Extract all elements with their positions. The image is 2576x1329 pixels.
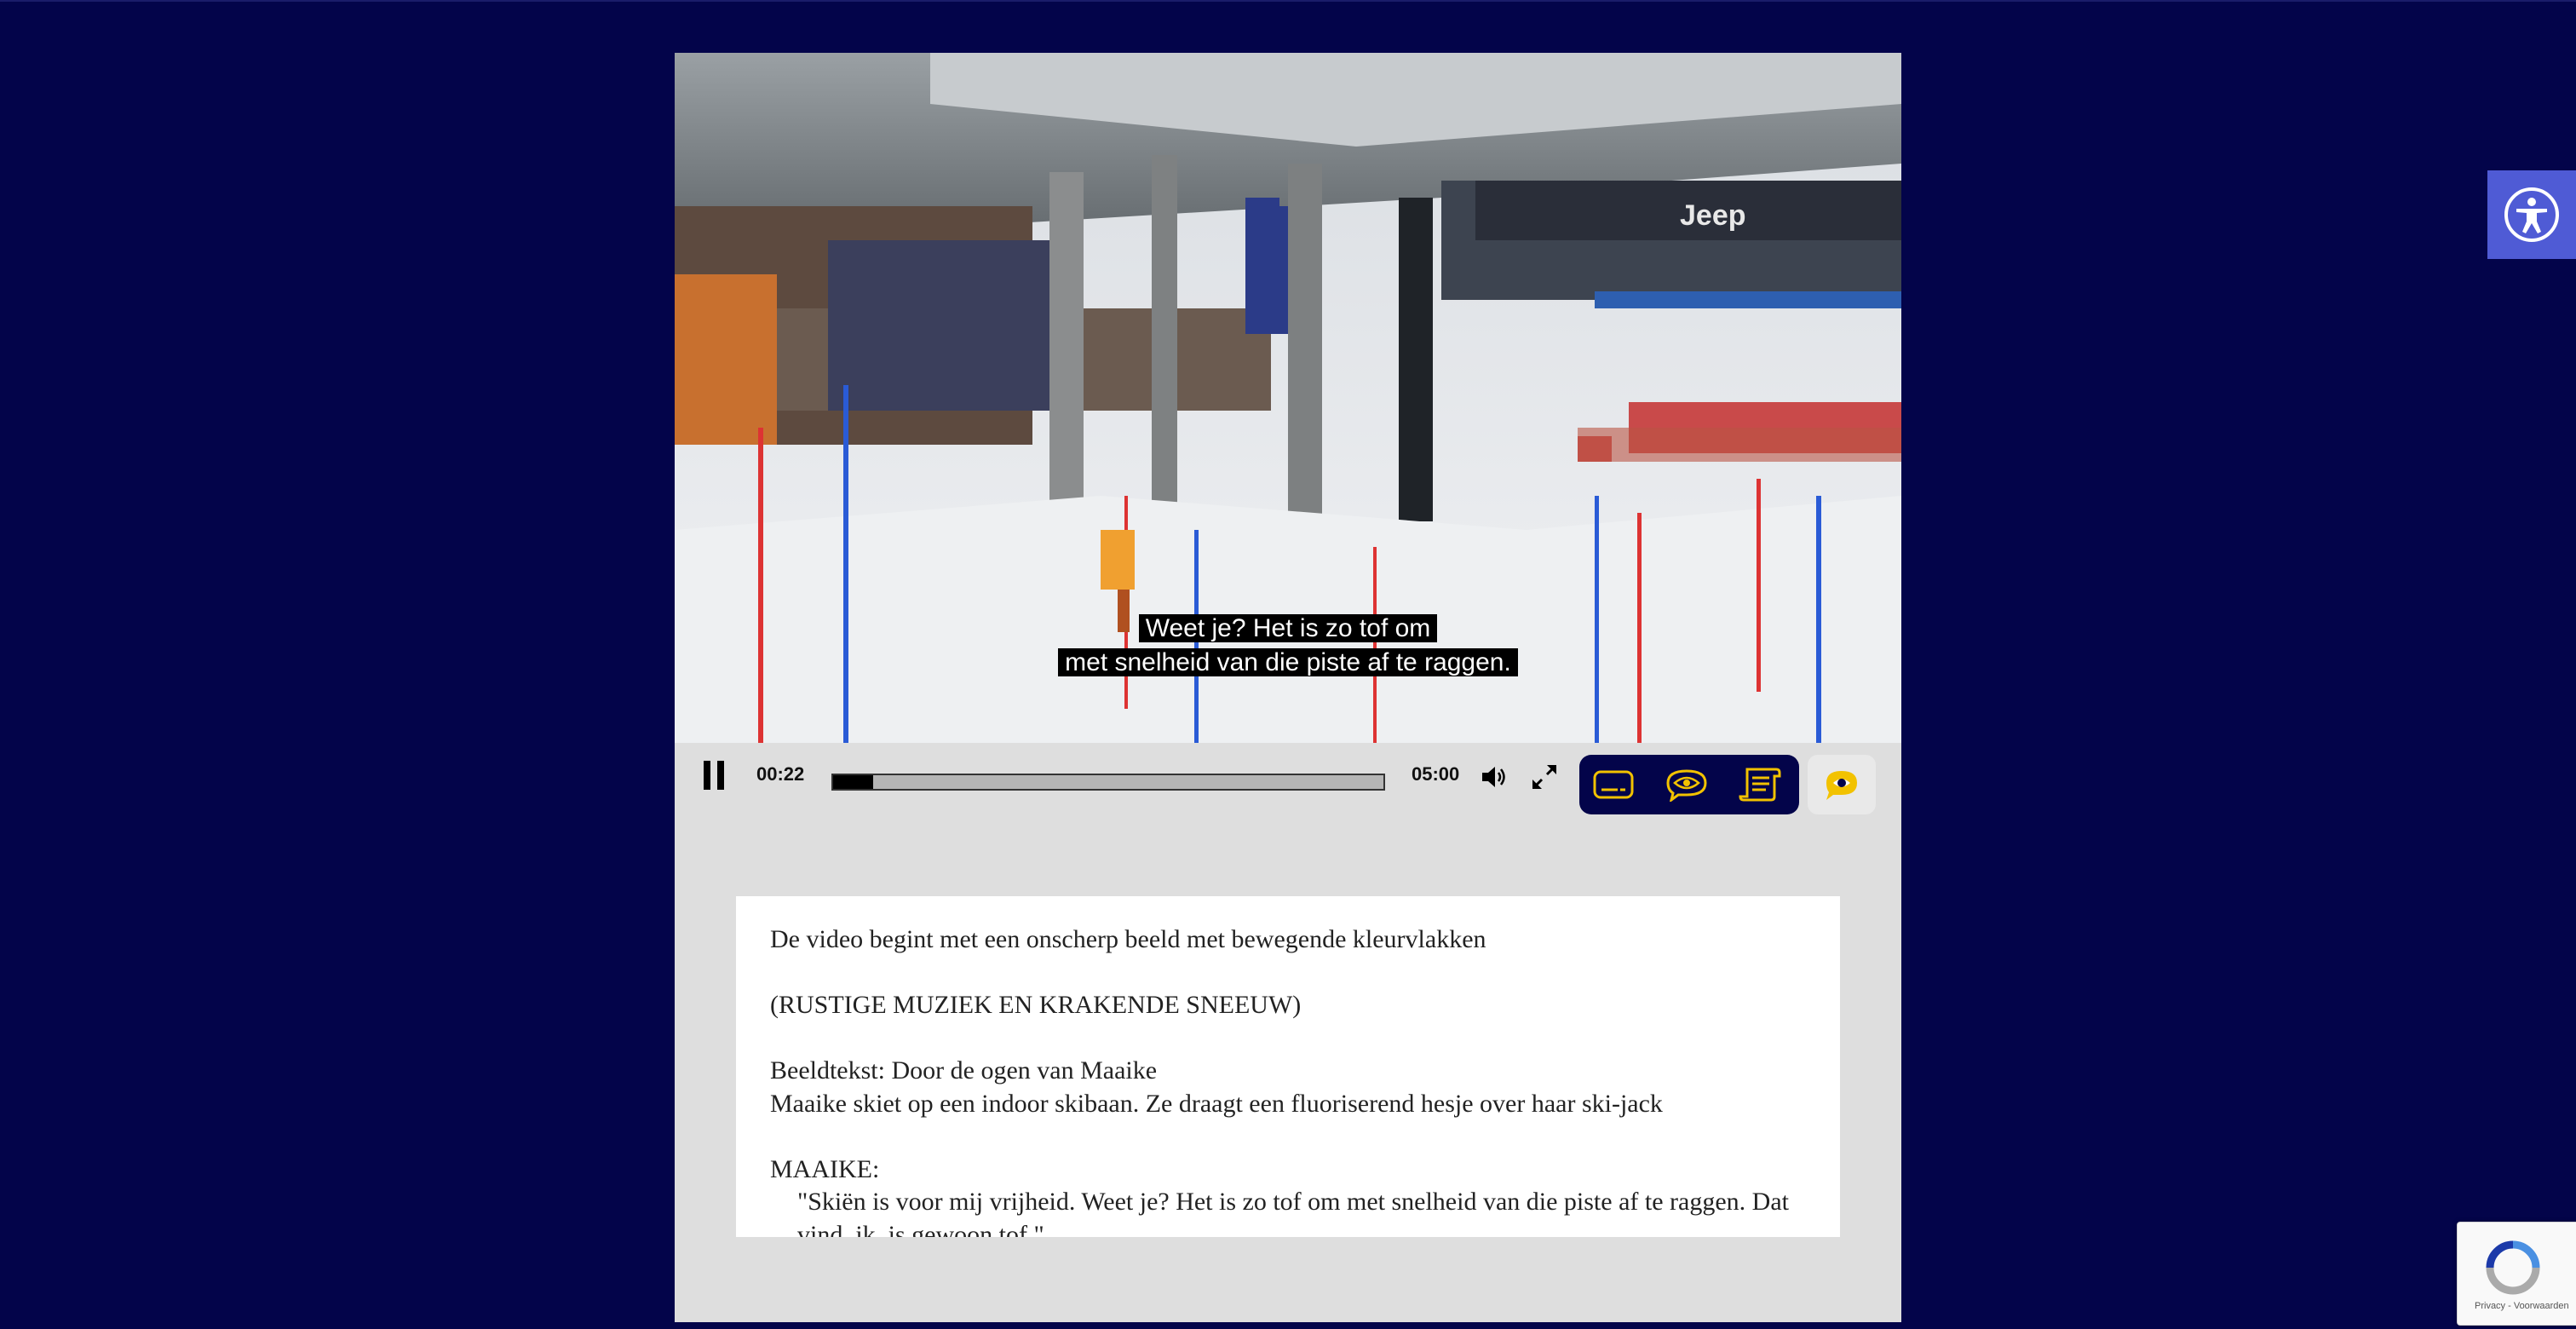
- transcript-text: De video begint met een onscherp beeld m…: [736, 896, 1840, 1237]
- speaker-icon: [1482, 767, 1505, 787]
- captions-button[interactable]: [1590, 763, 1637, 806]
- transcript-paragraph: Beeldtekst: Door de ogen van Maaike Maaik…: [770, 1055, 1806, 1120]
- eye-speech-icon: [1666, 769, 1707, 802]
- accessibility-person-icon: [2504, 187, 2559, 242]
- recaptcha-icon: [2486, 1240, 2540, 1295]
- transcript-icon: [1739, 768, 1781, 802]
- video-frame[interactable]: Jeep Weet je? Het is zo tof om met snelh…: [675, 53, 1901, 743]
- pause-icon: [700, 760, 727, 794]
- audio-description-button[interactable]: [1663, 763, 1711, 806]
- subtitle-line-2: met snelheid van die piste af te raggen.: [1058, 648, 1518, 676]
- sign-language-icon: [1826, 771, 1857, 800]
- volume-button[interactable]: [1477, 760, 1513, 794]
- transcript-line: Maaike skiet op een indoor skibaan. Ze d…: [770, 1089, 1663, 1118]
- progress-bar[interactable]: [831, 774, 1385, 791]
- transcript-button[interactable]: [1736, 763, 1784, 806]
- player-controls: 00:22 05:00: [675, 743, 1901, 814]
- svg-text:Jeep: Jeep: [1680, 199, 1746, 232]
- transcript-line: De video begint met een onscherp beeld m…: [770, 925, 1486, 953]
- progress-fill: [833, 775, 874, 789]
- top-border: [0, 0, 2576, 2]
- current-time: 00:22: [756, 763, 805, 785]
- subtitle-line-1: Weet je? Het is zo tof om: [1138, 614, 1438, 642]
- accessibility-menu-button[interactable]: [2487, 170, 2576, 259]
- transcript-line: MAAIKE:: [770, 1154, 880, 1183]
- fullscreen-button[interactable]: [1527, 760, 1562, 794]
- video-player: Jeep Weet je? Het is zo tof om met snelh…: [675, 53, 1901, 1322]
- subtitles: Weet je? Het is zo tof om met snelheid v…: [675, 612, 1901, 680]
- subtitles-icon: [1593, 770, 1634, 799]
- transcript-paragraph: (RUSTIGE MUZIEK EN KRAKENDE SNEEUW): [770, 989, 1806, 1022]
- transcript-paragraph: De video begint met een onscherp beeld m…: [770, 923, 1806, 957]
- recaptcha-badge[interactable]: Privacy - Voorwaarden: [2457, 1222, 2576, 1326]
- sign-language-button[interactable]: [1808, 755, 1876, 814]
- transcript-paragraph: MAAIKE: "Skiën is voor mij vrijheid. Weet…: [770, 1154, 1806, 1238]
- total-time: 05:00: [1412, 763, 1460, 785]
- expand-icon: [1532, 764, 1557, 790]
- transcript-line: Beeldtekst: Door de ogen van Maaike: [770, 1056, 1158, 1084]
- transcript-quote: "Skiën is voor mij vrijheid. Weet je? He…: [797, 1188, 1789, 1237]
- pause-button[interactable]: [697, 760, 731, 794]
- transcript-line: (RUSTIGE MUZIEK EN KRAKENDE SNEEUW): [770, 991, 1302, 1019]
- accessibility-toolbar: [1579, 755, 1799, 814]
- transcript-panel[interactable]: De video begint met een onscherp beeld m…: [736, 896, 1840, 1237]
- recaptcha-links[interactable]: Privacy - Voorwaarden: [2475, 1301, 2569, 1311]
